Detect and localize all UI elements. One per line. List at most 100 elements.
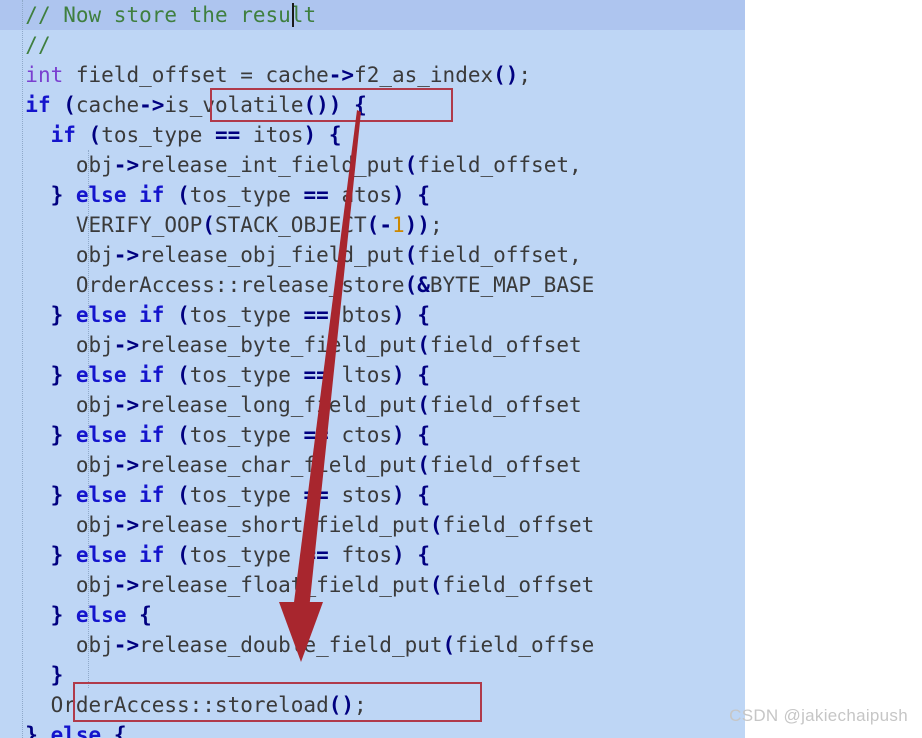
code-token: else if xyxy=(75,543,165,567)
code-token: == xyxy=(303,483,329,507)
code-token: { xyxy=(139,603,152,627)
code-token: ( xyxy=(177,543,190,567)
code-line[interactable]: } else if (tos_type == ltos) { xyxy=(0,360,745,390)
code-token: obj xyxy=(0,333,114,357)
code-token: } xyxy=(50,183,64,207)
code-token: release_char_field_put xyxy=(139,453,418,477)
code-token: // xyxy=(25,33,51,57)
code-line[interactable]: if (tos_type == itos) { xyxy=(0,120,745,150)
code-token: field_offset xyxy=(429,393,582,417)
code-token: { xyxy=(417,303,430,327)
code-line[interactable]: } else if (tos_type == stos) { xyxy=(0,480,745,510)
code-token: BYTE_MAP_BASE xyxy=(429,273,595,297)
annotation-box-volatile-check xyxy=(210,88,453,122)
code-token: release_double_field_put xyxy=(139,633,443,657)
code-token: ( xyxy=(442,633,456,657)
code-token: // Now store the result xyxy=(25,3,317,27)
code-line[interactable]: } else if (tos_type == ctos) { xyxy=(0,420,745,450)
code-token: tos_type xyxy=(189,363,304,387)
code-token: -> xyxy=(113,393,140,417)
code-token: int xyxy=(25,63,64,87)
code-token: () xyxy=(493,63,519,87)
code-token: else if xyxy=(75,423,165,447)
code-token: ( xyxy=(177,363,190,387)
code-token: tos_type xyxy=(189,423,304,447)
annotation-box-storeload-call xyxy=(73,682,482,722)
code-token: obj xyxy=(0,633,114,657)
code-token: ( xyxy=(63,93,76,117)
code-token: obj xyxy=(0,153,114,177)
code-line[interactable]: } else { xyxy=(0,720,745,738)
code-token: == xyxy=(214,123,241,147)
code-line[interactable]: obj->release_char_field_put(field_offset xyxy=(0,450,745,480)
code-token: else xyxy=(50,723,102,738)
code-token: == xyxy=(303,303,329,327)
code-token: else xyxy=(75,603,127,627)
code-line[interactable]: VERIFY_OOP(STACK_OBJECT(-1)); xyxy=(0,210,745,240)
code-token: -> xyxy=(113,153,140,177)
code-line[interactable]: obj->release_int_field_put(field_offset, xyxy=(0,150,745,180)
code-token: -> xyxy=(113,633,140,657)
code-token: ( xyxy=(177,183,190,207)
code-token: atos xyxy=(328,183,393,207)
code-token: { xyxy=(417,183,430,207)
text-caret xyxy=(292,3,294,27)
code-token: ( xyxy=(429,513,443,537)
code-line[interactable]: obj->release_double_field_put(field_offs… xyxy=(0,630,745,660)
code-token: obj xyxy=(0,243,114,267)
code-token: stos xyxy=(328,483,393,507)
code-token: release_int_field_put xyxy=(139,153,405,177)
code-token: f2_as_index xyxy=(354,63,494,87)
code-line[interactable]: // Now store the result xyxy=(0,0,745,30)
code-token: ftos xyxy=(328,543,393,567)
code-line[interactable]: // xyxy=(0,30,745,60)
code-token: -> xyxy=(139,93,165,117)
code-token: } xyxy=(50,363,64,387)
code-token: )) xyxy=(404,213,430,237)
code-line[interactable]: } else if (tos_type == btos) { xyxy=(0,300,745,330)
code-token: & xyxy=(417,273,430,297)
code-line[interactable]: obj->release_short_field_put(field_offse… xyxy=(0,510,745,540)
code-token: release_float_field_put xyxy=(139,573,430,597)
code-token: else if xyxy=(75,363,165,387)
code-line[interactable]: obj->release_float_field_put(field_offse… xyxy=(0,570,745,600)
code-token: - xyxy=(379,213,392,237)
code-token: -> xyxy=(113,513,140,537)
code-line[interactable]: obj->release_byte_field_put(field_offset xyxy=(0,330,745,360)
code-token: ) xyxy=(392,183,405,207)
code-token: field_offset = cache xyxy=(63,63,329,87)
code-line[interactable]: obj->release_long_field_put(field_offset xyxy=(0,390,745,420)
code-token: { xyxy=(417,423,430,447)
code-line[interactable]: int field_offset = cache->f2_as_index(); xyxy=(0,60,745,90)
code-token: { xyxy=(328,123,342,147)
code-token: tos_type xyxy=(189,543,304,567)
code-token: tos_type xyxy=(189,303,304,327)
code-token: { xyxy=(417,543,430,567)
code-token: tos_type xyxy=(189,183,304,207)
code-token: release_long_field_put xyxy=(139,393,418,417)
code-line[interactable]: } else if (tos_type == ftos) { xyxy=(0,540,745,570)
code-line[interactable]: } else if (tos_type == atos) { xyxy=(0,180,745,210)
code-token: ) xyxy=(392,303,405,327)
code-line[interactable]: OrderAccess::release_store(&BYTE_MAP_BAS… xyxy=(0,270,745,300)
code-token: } xyxy=(50,483,64,507)
code-token: ( xyxy=(177,423,190,447)
code-token: btos xyxy=(328,303,393,327)
code-line[interactable]: } else { xyxy=(0,600,745,630)
code-line[interactable]: obj->release_obj_field_put(field_offset, xyxy=(0,240,745,270)
